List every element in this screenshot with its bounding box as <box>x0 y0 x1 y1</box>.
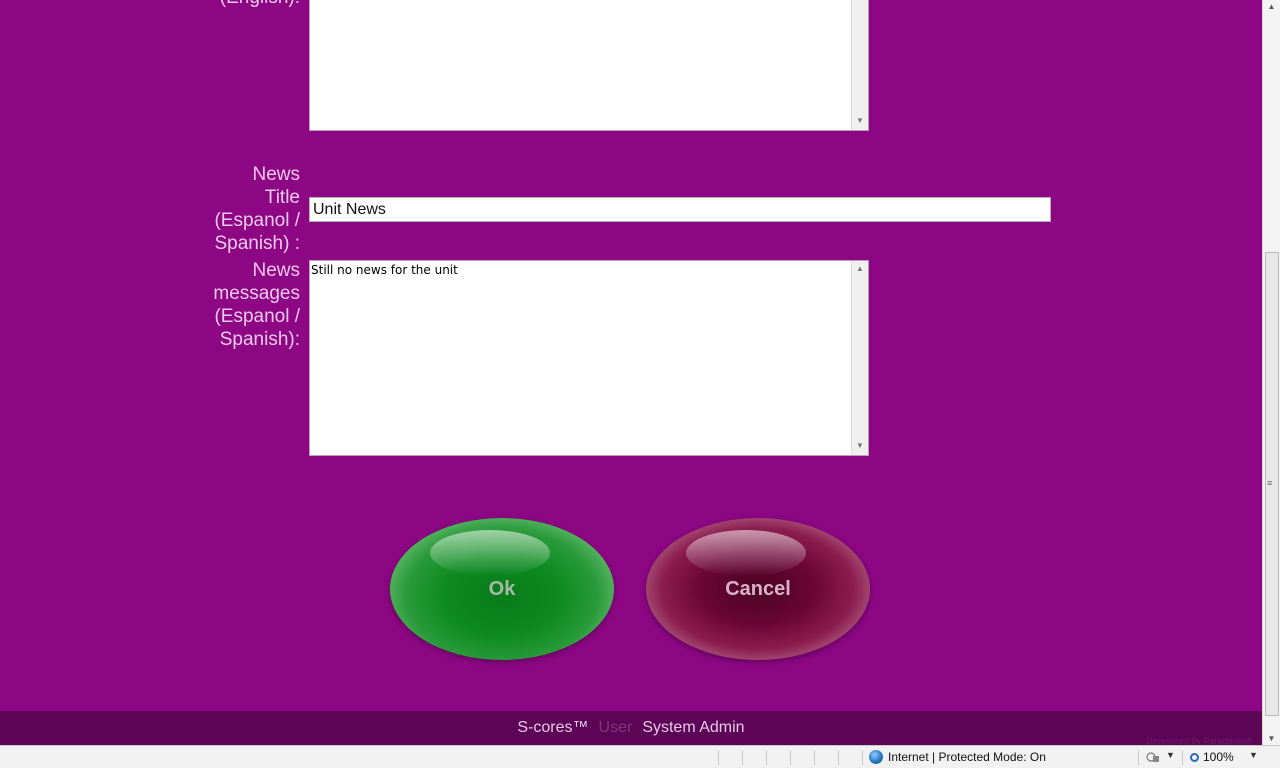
chevron-down-icon[interactable]: ▼ <box>1249 750 1258 760</box>
zoom-magnifier-icon <box>1190 752 1199 762</box>
ok-button-label: Ok <box>488 577 516 600</box>
status-divider <box>1138 750 1139 765</box>
zoom-control[interactable]: 100% <box>1190 750 1234 764</box>
news-title-spanish-label: News Title (Espanol / Spanish) : <box>214 164 300 254</box>
globe-icon <box>869 750 883 764</box>
status-divider <box>838 750 839 765</box>
status-divider <box>814 750 815 765</box>
footer-user-label: User <box>598 719 633 736</box>
protected-mode-lock-icon[interactable] <box>1146 751 1160 763</box>
footer-user-name[interactable]: System Admin <box>642 719 744 737</box>
news-messages-spanish-text: Still no news for the unit <box>311 263 458 277</box>
scroll-up-arrow-icon[interactable]: ▲ <box>852 262 868 276</box>
scroll-down-arrow-icon[interactable]: ▼ <box>852 439 868 453</box>
status-divider <box>862 750 863 765</box>
status-divider <box>742 750 743 765</box>
cancel-button-label: Cancel <box>725 577 791 600</box>
footer-brand: S-cores™ <box>517 719 589 736</box>
messages-english-label-fragment: (English): <box>220 0 300 9</box>
browser-status-bar: Internet | Protected Mode: On ▼ 100% ▼ <box>0 745 1280 768</box>
scroll-down-arrow-icon[interactable]: ▼ <box>1263 734 1280 743</box>
news-title-spanish-input[interactable] <box>309 197 1051 222</box>
gloss-highlight <box>686 530 806 576</box>
status-divider <box>790 750 791 765</box>
cancel-button[interactable]: Cancel <box>646 518 870 660</box>
scroll-up-arrow-icon[interactable]: ▲ <box>1263 2 1280 11</box>
ok-button[interactable]: Ok <box>390 518 614 660</box>
textarea-scrollbar[interactable]: ▲ ▼ <box>851 261 868 455</box>
news-messages-spanish-label: News messages (Espanol / Spanish): <box>213 260 300 350</box>
security-zone-text: Internet | Protected Mode: On <box>888 750 1046 764</box>
status-divider <box>1182 750 1183 765</box>
page-scrollbar[interactable]: ▲ ≡ ▼ <box>1262 0 1280 745</box>
textarea-scrollbar[interactable]: ▼ <box>851 0 868 130</box>
chevron-down-icon[interactable]: ▼ <box>1166 750 1175 760</box>
scroll-down-arrow-icon[interactable]: ▼ <box>852 114 868 128</box>
zoom-level: 100% <box>1203 750 1234 764</box>
news-messages-english-textarea[interactable]: ▼ <box>309 0 869 131</box>
page-footer: S-cores™ User System Admin <box>0 711 1262 745</box>
status-divider <box>766 750 767 765</box>
status-divider <box>718 750 719 765</box>
security-zone[interactable]: Internet | Protected Mode: On <box>869 750 1046 764</box>
scrollbar-grip-icon: ≡ <box>1267 478 1273 488</box>
news-messages-spanish-textarea[interactable]: Still no news for the unit ▲ ▼ <box>309 260 869 456</box>
gloss-highlight <box>430 530 550 576</box>
